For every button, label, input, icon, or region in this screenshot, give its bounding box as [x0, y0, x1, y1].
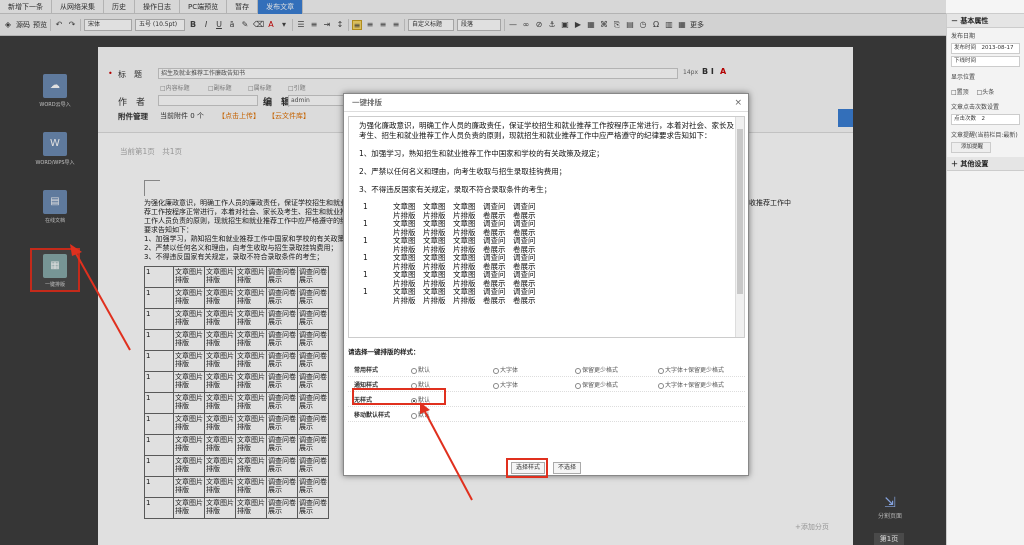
- one-click-format-dialog: 一键排版 × 为强化廉政意识，明确工作人员的廉政责任，保证学校招生和就业推荐工作…: [343, 93, 749, 478]
- preview-cell-text: 文章图 文章图 文章图 调查问 调查问 片排版 片排版 片排版 卷展示 卷展示: [393, 253, 536, 271]
- preview-table-row: 1 文章图 文章图 文章图 调查问 调查问 片排版 片排版 片排版 卷展示 卷展示: [363, 253, 734, 271]
- preview-cell-num: 1: [363, 202, 368, 211]
- no-style-highlight: [352, 388, 446, 405]
- radio-icon[interactable]: [575, 367, 581, 374]
- radio-icon[interactable]: [493, 367, 499, 374]
- preview-cell-text: 文章图 文章图 文章图 调查问 调查问 片排版 片排版 片排版 卷展示 卷展示: [393, 287, 536, 305]
- preview-cell-text: 文章图 文章图 文章图 调查问 调查问 片排版 片排版 片排版 卷展示 卷展示: [393, 202, 536, 220]
- style-option[interactable]: 大字体: [493, 380, 518, 389]
- pub-time-input[interactable]: 发布时间 2013-08-17: [951, 43, 1020, 54]
- display-position-label: 显示位置: [951, 74, 976, 81]
- click-count-label: 文章点击次数设置: [951, 104, 1000, 111]
- basic-properties-header[interactable]: － 基本属性: [947, 14, 1024, 28]
- preview-cell-num: 1: [363, 219, 368, 228]
- style-option-label: 保留更少格式: [582, 382, 619, 389]
- preview-table-row: 1 文章图 文章图 文章图 调查问 调查问 片排版 片排版 片排版 卷展示 卷展示: [363, 202, 734, 220]
- style-option-label: 默认: [418, 412, 431, 419]
- position-options: □置顶 □头条: [947, 84, 1024, 99]
- select-style-highlight: [506, 458, 548, 478]
- preview-item-2: 2、严禁以任何名义和理由，向考生收取与招生录取挂钩费用；: [359, 167, 567, 176]
- style-prompt: 请选择一键排版的样式：: [348, 348, 420, 356]
- style-option[interactable]: 保留更少格式: [575, 380, 618, 389]
- style-option[interactable]: 默认: [411, 410, 430, 419]
- style-option-label: 大字体+保留更少格式: [665, 382, 725, 389]
- dialog-title-bar: 一键排版 ×: [344, 94, 748, 112]
- style-row-name: 移动默认样式: [354, 412, 391, 419]
- radio-icon[interactable]: [493, 382, 499, 389]
- preview-table-row: 1 文章图 文章图 文章图 调查问 调查问 片排版 片排版 片排版 卷展示 卷展示: [363, 219, 734, 237]
- checkbox-label: 置顶: [956, 89, 969, 96]
- style-option-label: 大字体: [500, 382, 519, 389]
- checkbox-label: 头条: [982, 89, 995, 96]
- preview-intro: 为强化廉政意识，明确工作人员的廉政责任，保证学校招生和就业推荐工作按程序正常进行…: [359, 121, 734, 140]
- preview-item-1: 1、加强学习，熟知招生和就业推荐工作中国家和学校的有关政策及规定；: [359, 149, 604, 158]
- pin-top-checkbox[interactable]: □置顶: [951, 89, 969, 96]
- preview-cell-num: 1: [363, 236, 368, 245]
- style-option[interactable]: 大字体+保留更少格式: [658, 365, 724, 374]
- preview-table-row: 1 文章图 文章图 文章图 调查问 调查问 片排版 片排版 片排版 卷展示 卷展示: [363, 236, 734, 254]
- style-row-name: 常用样式: [354, 367, 379, 374]
- style-option-label: 保留更少格式: [582, 367, 619, 374]
- preview-cell-num: 1: [363, 270, 368, 279]
- preview-table: 1 文章图 文章图 文章图 调查问 调查问 片排版 片排版 片排版 卷展示 卷展示 1…: [359, 202, 734, 305]
- preview-cell-num: 1: [363, 287, 368, 296]
- format-preview[interactable]: 为强化廉政意识，明确工作人员的廉政责任，保证学校招生和就业推荐工作按程序正常进行…: [348, 116, 745, 338]
- style-option[interactable]: 默认: [411, 365, 430, 374]
- preview-scrollbar[interactable]: [735, 117, 744, 337]
- no-select-button[interactable]: 不选择: [553, 462, 582, 474]
- radio-icon[interactable]: [411, 367, 417, 374]
- style-option-label: 大字体: [500, 367, 519, 374]
- preview-line: 片排版 片排版 片排版 卷展示 卷展示: [393, 295, 536, 305]
- style-option-label: 大字体+保留更少格式: [665, 367, 725, 374]
- scrollbar-thumb[interactable]: [737, 129, 743, 294]
- reminder-label: 文章提醒(当前栏目:最新): [951, 132, 1018, 139]
- style-option[interactable]: 保留更少格式: [575, 365, 618, 374]
- click-count-input[interactable]: 点击次数 2: [951, 114, 1020, 125]
- preview-cell-text: 文章图 文章图 文章图 调查问 调查问 片排版 片排版 片排版 卷展示 卷展示: [393, 236, 536, 254]
- radio-icon[interactable]: [411, 412, 417, 419]
- style-option-label: 默认: [418, 367, 431, 374]
- offline-time-input[interactable]: 下线时间: [951, 56, 1020, 67]
- preview-cell-text: 文章图 文章图 文章图 调查问 调查问 片排版 片排版 片排版 卷展示 卷展示: [393, 219, 536, 237]
- style-option[interactable]: 大字体: [493, 365, 518, 374]
- preview-item-3: 3、不得违反国家有关规定，录取不符合录取条件的考生；: [359, 185, 552, 194]
- style-row: 常用样式 默认 大字体 保留更少格式 大字体+保留更少格式: [348, 362, 745, 377]
- right-properties-panel: － 基本属性 发布日期 发布时间 2013-08-17 下线时间 显示位置 □置…: [946, 14, 1024, 545]
- style-option[interactable]: 大字体+保留更少格式: [658, 380, 724, 389]
- preview-table-row: 1 文章图 文章图 文章图 调查问 调查问 片排版 片排版 片排版 卷展示 卷展示: [363, 270, 734, 288]
- other-settings-header[interactable]: ＋ 其他设置: [947, 157, 1024, 171]
- dialog-title: 一键排版: [352, 98, 382, 107]
- style-chooser: 请选择一键排版的样式： 常用样式 默认 大字体 保留更少格式 大字体+保留更少格式 通知样…: [348, 346, 745, 422]
- close-icon[interactable]: ×: [734, 94, 742, 112]
- radio-icon[interactable]: [575, 382, 581, 389]
- preview-table-row: 1 文章图 文章图 文章图 调查问 调查问 片排版 片排版 片排版 卷展示 卷展示: [363, 287, 734, 305]
- preview-text: 为强化廉政意识，明确工作人员的廉政责任，保证学校招生和就业推荐工作按程序正常进行…: [349, 117, 744, 309]
- preview-cell-text: 文章图 文章图 文章图 调查问 调查问 片排版 片排版 片排版 卷展示 卷展示: [393, 270, 536, 288]
- preview-cell-num: 1: [363, 253, 368, 262]
- headline-checkbox[interactable]: □头条: [977, 89, 995, 96]
- pub-date-label: 发布日期: [951, 33, 976, 40]
- radio-icon[interactable]: [658, 382, 664, 389]
- add-reminder-button[interactable]: 添加提醒: [951, 142, 991, 153]
- radio-icon[interactable]: [658, 367, 664, 374]
- style-row: 移动默认样式 默认: [348, 407, 745, 422]
